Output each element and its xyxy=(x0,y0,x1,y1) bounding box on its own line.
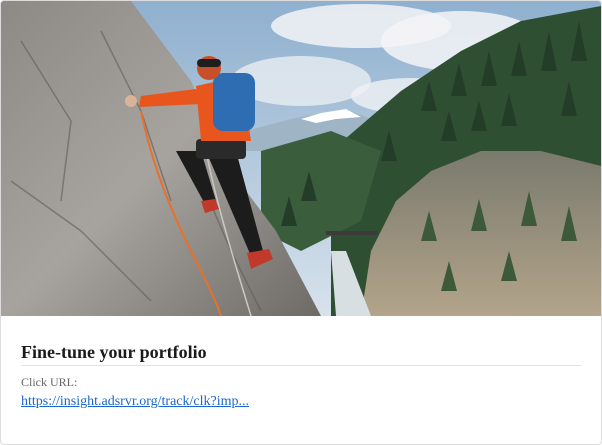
click-url-label: Click URL: xyxy=(21,375,78,389)
card-body: Fine-tune your portfolio Click URL: http… xyxy=(21,316,581,411)
ad-preview-card: Fine-tune your portfolio Click URL: http… xyxy=(0,0,602,445)
hero-image[interactable] xyxy=(1,1,601,316)
click-url-link[interactable]: https://insight.adsrvr.org/track/clk?imp… xyxy=(21,393,249,411)
card-title: Fine-tune your portfolio xyxy=(21,342,581,366)
